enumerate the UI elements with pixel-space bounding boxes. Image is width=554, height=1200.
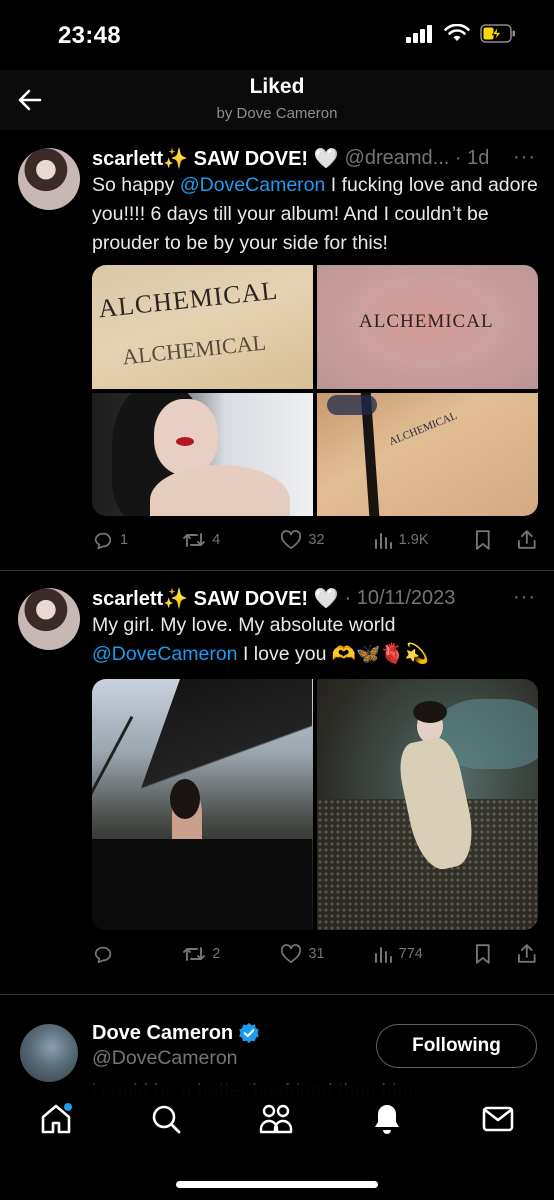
piano-photo-icon[interactable] [92,679,313,930]
tweet-text: My girl. My love. My absolute world @Dov… [92,611,538,669]
author-name[interactable]: scarlett✨ SAW DOVE! 🤍 [92,586,339,611]
tweet-media-grid: ALCHEMICAL ALCHEMICAL ALCHEMICAL ALCHEMI… [92,265,538,516]
bookmark-icon[interactable] [473,529,493,551]
reply-icon [94,532,112,550]
photo-caption: ALCHEMICAL [359,311,494,332]
avatar[interactable] [20,1024,78,1082]
tab-messages[interactable] [478,1099,518,1139]
views-button[interactable]: 1.9K [373,530,473,550]
portrait-photo-icon[interactable] [92,392,313,516]
divider [0,994,554,995]
tweet-text-part: So happy [92,174,180,196]
user-handle: @DoveCameron [92,1047,238,1069]
repost-button[interactable]: 2 [182,943,280,965]
user-name[interactable]: Dove Cameron [92,1022,233,1045]
tab-communities[interactable] [256,1099,296,1139]
tab-home[interactable] [36,1099,76,1139]
messages-icon [482,1106,514,1132]
mention-link[interactable]: @DoveCameron [180,174,326,196]
author-handle-time: @dreamd... · 1d [344,146,490,169]
like-button[interactable]: 32 [280,530,372,550]
search-icon [152,1105,181,1134]
following-button[interactable]: Following [376,1024,537,1068]
reply-count: 1 [120,532,129,548]
tweet-text-part: My girl. My love. My absolute world [92,614,396,636]
tweet-media-grid [92,679,538,930]
views-button[interactable]: 774 [373,944,473,964]
repost-count: 2 [212,946,221,962]
avatar[interactable] [18,148,80,210]
author-handle-time: · 10/11/2023 [344,586,456,609]
like-count: 31 [308,946,325,962]
photo-caption: ALCHEMICAL [387,409,459,448]
photo-caption: ALCHEMICAL [121,329,268,370]
tweet-1[interactable]: scarlett✨ SAW DOVE! 🤍 @dreamd... · 1d ··… [0,130,554,570]
more-options-icon[interactable]: ··· [513,586,536,609]
notifications-icon [375,1105,399,1134]
like-button[interactable]: 31 [280,944,372,964]
more-options-icon[interactable]: ··· [513,146,536,169]
page-header: Liked by Dove Cameron [0,70,554,130]
views-bar-chart-icon [374,947,392,963]
avatar[interactable] [18,588,80,650]
page-title: Liked [249,75,305,98]
shore-photo-icon[interactable] [317,679,538,930]
reply-icon [94,946,112,964]
tattoo-photo-icon[interactable]: ALCHEMICAL [317,392,538,516]
communities-icon [259,1104,293,1134]
user-card[interactable]: Dove Cameron @DoveCameron Following [0,1015,554,1085]
repost-button[interactable]: 4 [182,529,280,551]
verified-badge-icon [239,1023,259,1043]
like-count: 32 [308,532,325,548]
user-name-line: Dove Cameron [92,1019,260,1047]
repost-icon [183,533,206,547]
tweet-actions: 2 31 774 [92,941,538,967]
share-icon[interactable] [516,529,538,551]
battery-charging-icon [480,24,515,43]
heart-icon [281,530,302,550]
repost-count: 4 [212,532,221,548]
view-count: 774 [398,946,423,962]
photo-caption: ALCHEMICAL [96,275,280,324]
heart-icon [281,944,302,964]
status-icons [406,24,516,43]
status-time: 23:48 [58,22,121,49]
author-name[interactable]: scarlett✨ SAW DOVE! 🤍 [92,146,339,171]
tab-notifications[interactable] [367,1099,407,1139]
tattoo-photo-icon[interactable]: ALCHEMICAL [317,265,538,389]
home-icon [41,1103,72,1134]
tweet-2[interactable]: scarlett✨ SAW DOVE! 🤍 · 10/11/2023 ··· M… [0,571,554,994]
reply-button[interactable] [92,943,182,965]
wifi-icon [444,24,470,41]
cellular-signal-icon [406,24,432,43]
tab-search[interactable] [146,1099,186,1139]
tweet-text: So happy @DoveCameron I fucking love and… [92,171,538,258]
repost-icon [183,947,206,961]
share-icon[interactable] [516,943,538,965]
tweet-author-line: scarlett✨ SAW DOVE! 🤍 @dreamd... · 1d [92,144,489,172]
reply-button[interactable]: 1 [92,529,182,551]
page-subtitle: by Dove Cameron [216,105,338,122]
status-bar: 23:48 [0,0,554,70]
mention-link[interactable]: @DoveCameron [92,643,238,665]
tweet-author-line: scarlett✨ SAW DOVE! 🤍 · 10/11/2023 [92,584,455,612]
tweet-text-part: I love you 🫶🦋🫀💫 [237,643,429,665]
tattoo-photo-icon[interactable]: ALCHEMICAL ALCHEMICAL [92,265,313,389]
tweet-actions: 1 4 32 1.9K [92,527,538,553]
home-indicator [176,1181,378,1188]
views-bar-chart-icon [374,533,392,549]
view-count: 1.9K [398,532,429,548]
bookmark-icon[interactable] [473,943,493,965]
